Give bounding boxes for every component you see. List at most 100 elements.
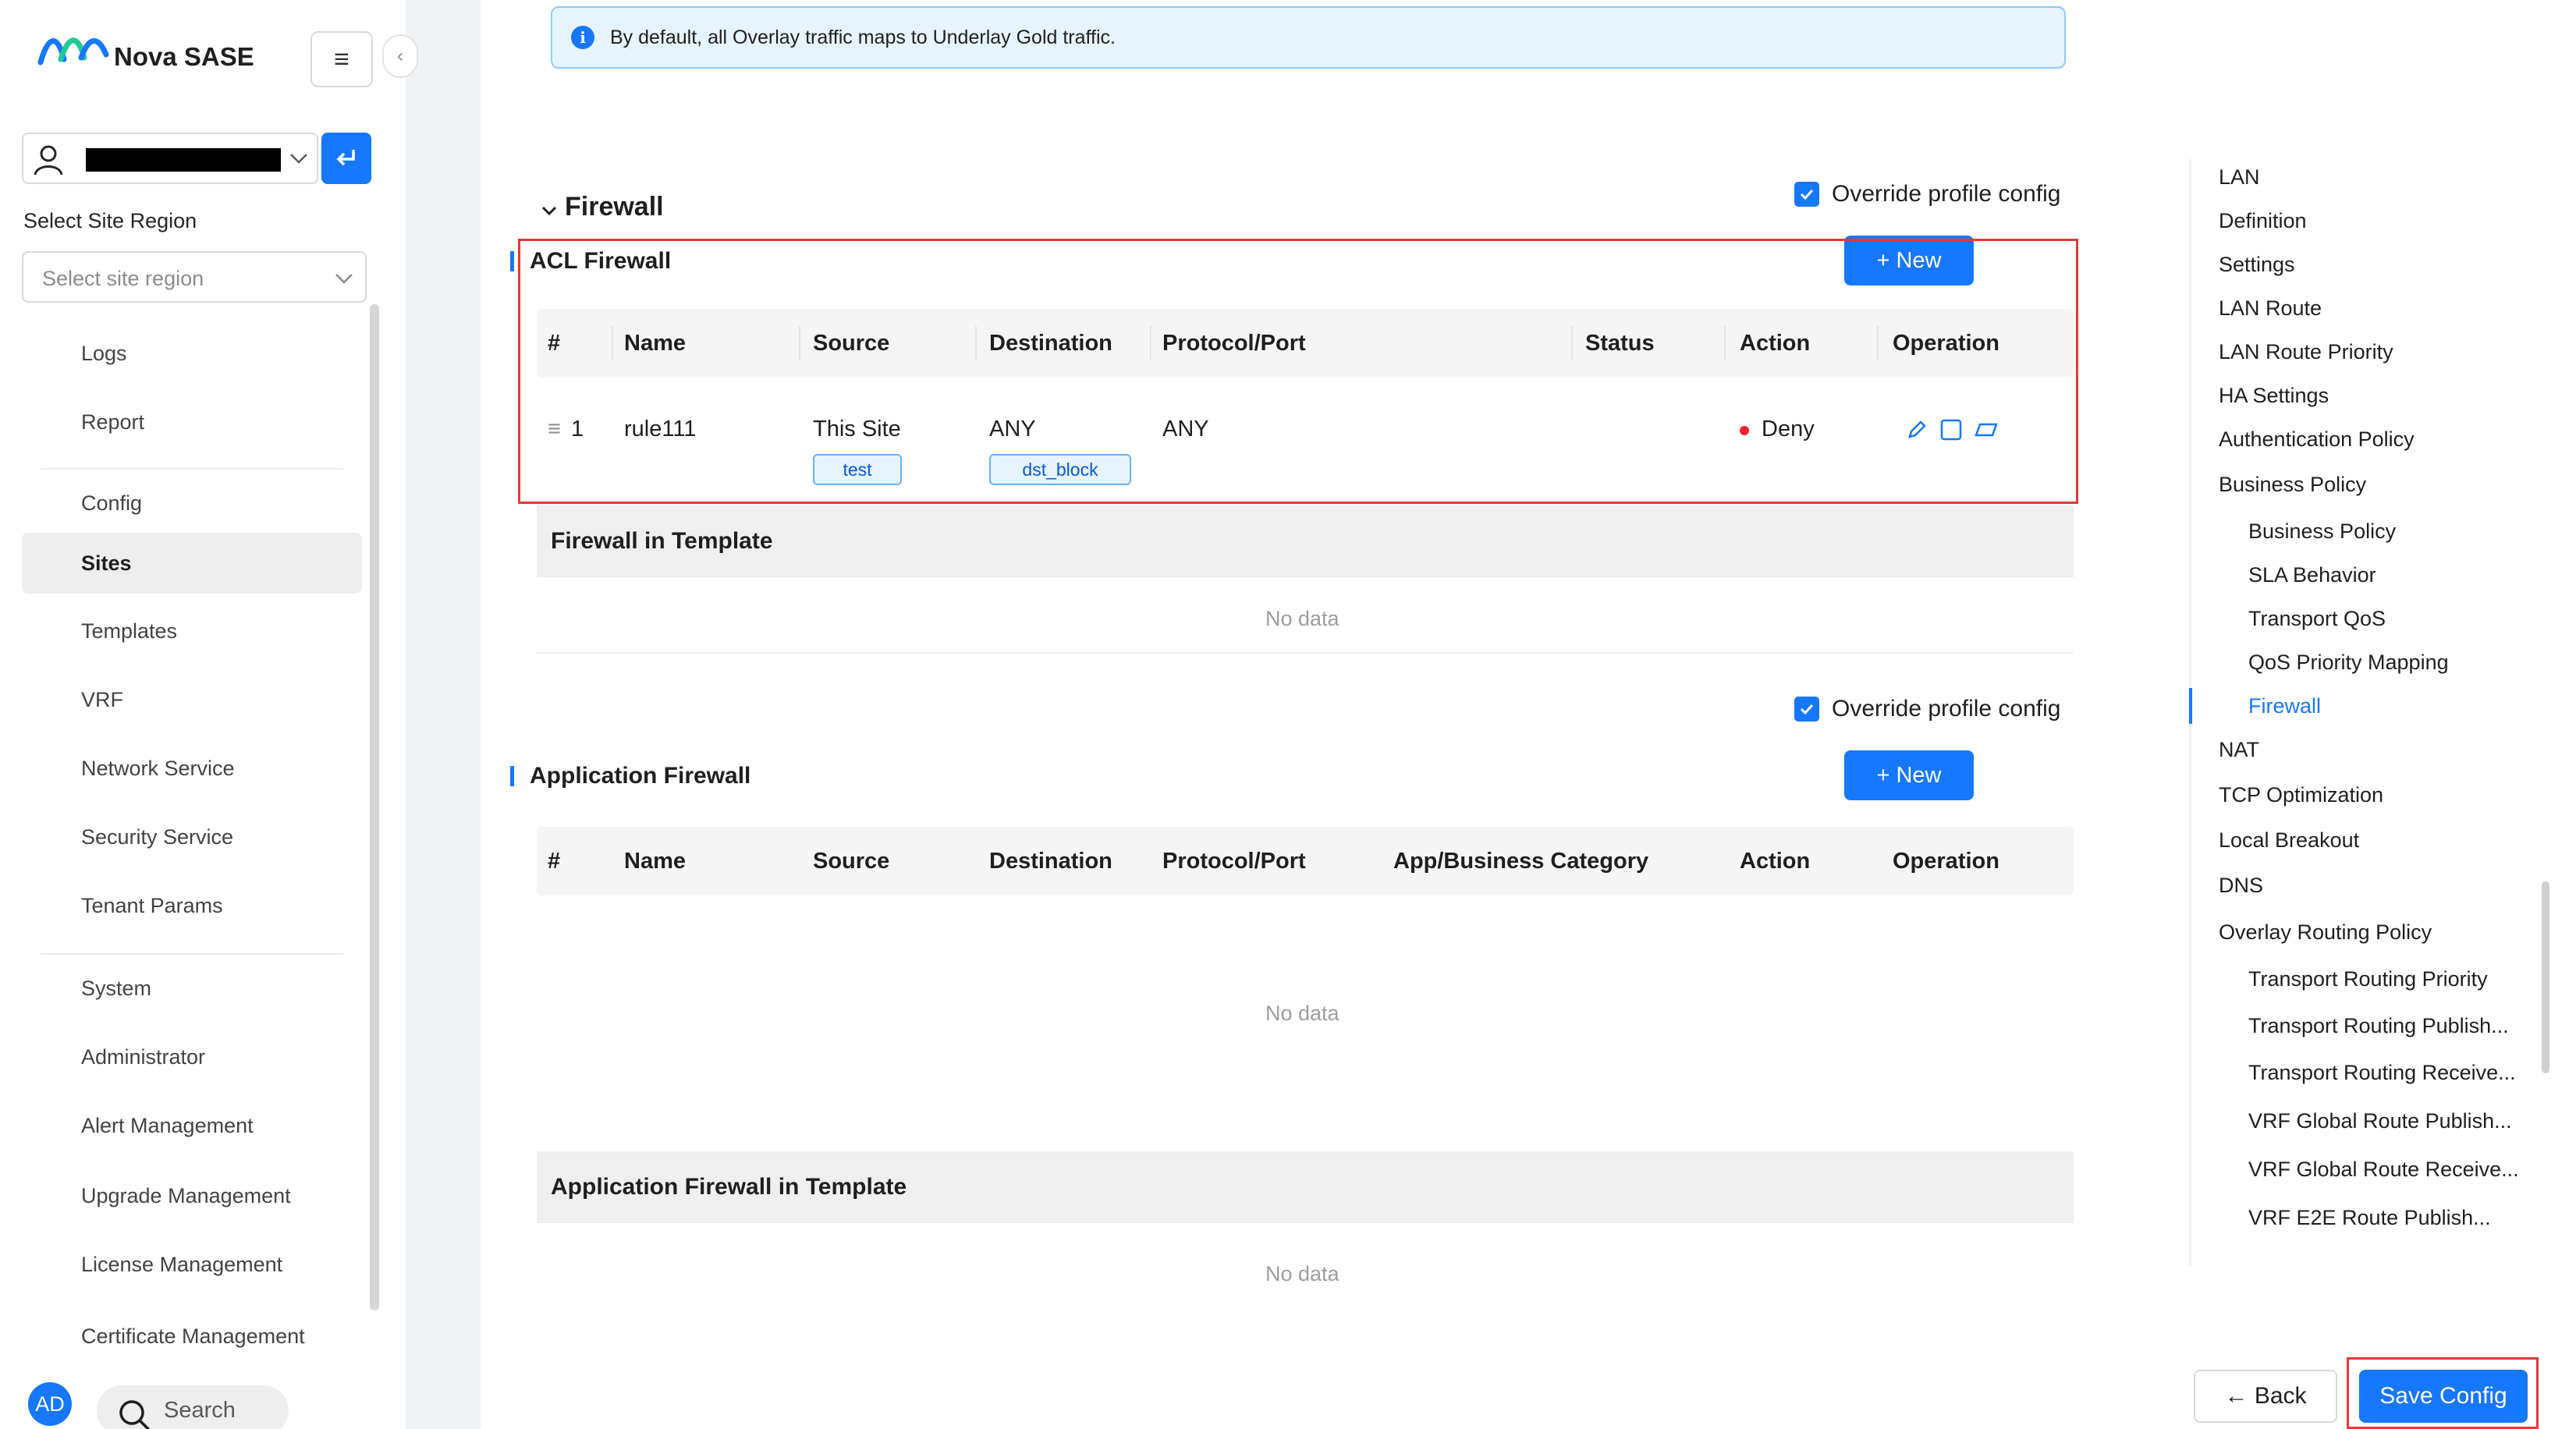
col-action: Action bbox=[1740, 849, 1811, 874]
tenant-switch-button[interactable] bbox=[321, 133, 371, 184]
anchor-transport-qos[interactable]: Transport QoS bbox=[2248, 607, 2386, 631]
nav-item-alert-management[interactable]: Alert Management bbox=[22, 1095, 362, 1156]
col-separator bbox=[1724, 326, 1726, 360]
acl-table-header: # Name Source Destination Protocol/Port … bbox=[537, 309, 2074, 378]
anchor-lan-route-priority[interactable]: LAN Route Priority bbox=[2219, 340, 2393, 364]
anchor-dns[interactable]: DNS bbox=[2219, 874, 2263, 898]
chevron-left-icon: ‹ bbox=[397, 45, 403, 66]
app-firewall-table-header: # Name Source Destination Protocol/Port … bbox=[537, 827, 2074, 895]
anchor-tcp-optimization[interactable]: TCP Optimization bbox=[2219, 783, 2383, 807]
nav-item-sites[interactable]: Sites bbox=[22, 533, 362, 594]
destination-tag: dst_block bbox=[989, 454, 1131, 485]
region-placeholder: Select site region bbox=[42, 267, 204, 290]
nav-group-config[interactable]: Config bbox=[22, 473, 362, 534]
chevron-down-icon bbox=[335, 274, 353, 284]
chevron-down-icon bbox=[290, 154, 307, 164]
col-name: Name bbox=[624, 331, 686, 356]
anchor-local-breakout[interactable]: Local Breakout bbox=[2219, 828, 2359, 853]
anchor-scrollbar[interactable] bbox=[2542, 881, 2549, 1073]
app-title: Nova SASE bbox=[114, 42, 254, 71]
copy-icon[interactable] bbox=[1939, 418, 1963, 441]
site-region-select[interactable]: Select site region bbox=[22, 251, 367, 303]
no-data-text: No data bbox=[1265, 1002, 1339, 1025]
title-accent-bar bbox=[510, 251, 514, 271]
anchor-transport-routing-publish[interactable]: Transport Routing Publish... bbox=[2248, 1014, 2509, 1038]
nav-item-vrf[interactable]: VRF bbox=[22, 669, 362, 730]
nav-item-license-management[interactable]: License Management bbox=[22, 1234, 362, 1295]
tenant-select[interactable] bbox=[22, 133, 318, 184]
anchor-business-policy[interactable]: Business Policy bbox=[2219, 473, 2366, 497]
anchor-firewall[interactable]: Firewall bbox=[2248, 694, 2321, 718]
info-banner-text: By default, all Overlay traffic maps to … bbox=[610, 26, 1116, 48]
section-title-firewall[interactable]: Firewall bbox=[565, 192, 664, 222]
drag-handle-icon[interactable]: ≡ bbox=[548, 417, 561, 442]
anchor-business-policy-sub[interactable]: Business Policy bbox=[2248, 519, 2396, 544]
anchor-vrf-global-route-receive[interactable]: VRF Global Route Receive... bbox=[2248, 1158, 2519, 1182]
source-tag: test bbox=[813, 454, 902, 485]
info-banner: i By default, all Overlay traffic maps t… bbox=[551, 6, 2066, 69]
col-separator bbox=[1571, 326, 1573, 360]
col-app-business-category: App/Business Category bbox=[1393, 849, 1649, 874]
sidebar-scrollbar[interactable] bbox=[370, 304, 379, 1310]
anchor-active-indicator bbox=[2189, 688, 2192, 724]
move-icon[interactable] bbox=[1974, 418, 1999, 441]
col-separator bbox=[799, 326, 800, 360]
override-label: Override profile config bbox=[1832, 696, 2061, 722]
nav-item-security-service[interactable]: Security Service bbox=[22, 807, 362, 867]
anchor-transport-routing-receive[interactable]: Transport Routing Receive... bbox=[2248, 1061, 2516, 1085]
table-divider bbox=[537, 652, 2074, 654]
table-row: ≡ 1 rule111 This Site test ANY dst_block… bbox=[537, 378, 2074, 495]
save-config-button[interactable]: Save Config bbox=[2359, 1370, 2528, 1423]
anchor-vrf-e2e-route-publish[interactable]: VRF E2E Route Publish... bbox=[2248, 1206, 2491, 1230]
avatar[interactable]: AD bbox=[28, 1382, 72, 1426]
search-button[interactable]: Search bbox=[97, 1385, 289, 1429]
deny-status-dot bbox=[1740, 426, 1749, 435]
chevron-down-icon[interactable] bbox=[540, 201, 559, 220]
app-firewall-template-header: Application Firewall in Template bbox=[537, 1151, 2074, 1223]
search-label: Search bbox=[164, 1398, 236, 1423]
override-profile-checkbox[interactable]: Override profile config bbox=[1794, 181, 2060, 207]
menu-toggle-button[interactable]: ≡ bbox=[310, 31, 373, 87]
anchor-lan[interactable]: LAN bbox=[2219, 165, 2260, 190]
anchor-qos-priority-mapping[interactable]: QoS Priority Mapping bbox=[2248, 651, 2449, 675]
anchor-vrf-global-route-publish[interactable]: VRF Global Route Publish... bbox=[2248, 1109, 2512, 1133]
row-index: 1 bbox=[571, 417, 584, 441]
edit-icon[interactable] bbox=[1905, 418, 1928, 441]
nav-item-logs[interactable]: Logs bbox=[22, 323, 362, 384]
nav-group-system[interactable]: System bbox=[22, 958, 362, 1019]
acl-firewall-title: ACL Firewall bbox=[510, 248, 671, 275]
anchor-sla-behavior[interactable]: SLA Behavior bbox=[2248, 563, 2376, 587]
nav-item-administrator[interactable]: Administrator bbox=[22, 1027, 362, 1087]
nav-item-upgrade-management[interactable]: Upgrade Management bbox=[22, 1165, 362, 1226]
nav-divider bbox=[41, 953, 343, 955]
anchor-nat[interactable]: NAT bbox=[2219, 738, 2259, 762]
row-name: rule111 bbox=[624, 417, 697, 441]
no-data-text: No data bbox=[1265, 1262, 1339, 1285]
anchor-overlay-routing-policy[interactable]: Overlay Routing Policy bbox=[2219, 920, 2432, 945]
nav-item-templates[interactable]: Templates bbox=[22, 601, 362, 661]
nav-item-report[interactable]: Report bbox=[22, 392, 362, 452]
col-separator bbox=[1877, 326, 1879, 360]
anchor-ha-settings[interactable]: HA Settings bbox=[2219, 384, 2329, 408]
nav-item-tenant-params[interactable]: Tenant Params bbox=[22, 875, 362, 936]
nav-item-certificate-management[interactable]: Certificate Management bbox=[22, 1306, 362, 1367]
app-firewall-new-button[interactable]: + New bbox=[1844, 750, 1974, 800]
acl-new-button[interactable]: + New bbox=[1844, 236, 1974, 285]
anchor-nav: LAN Definition Settings LAN Route LAN Ro… bbox=[2189, 0, 2576, 1429]
anchor-settings[interactable]: Settings bbox=[2219, 253, 2295, 277]
tenant-value-redacted bbox=[86, 148, 281, 172]
anchor-definition[interactable]: Definition bbox=[2219, 209, 2307, 233]
anchor-transport-routing-priority[interactable]: Transport Routing Priority bbox=[2248, 967, 2488, 991]
nav-item-network-service[interactable]: Network Service bbox=[22, 738, 362, 799]
info-icon: i bbox=[571, 26, 594, 49]
col-status: Status bbox=[1585, 331, 1655, 356]
no-data-text: No data bbox=[1265, 607, 1339, 630]
anchor-authentication-policy[interactable]: Authentication Policy bbox=[2219, 427, 2415, 452]
override-profile-checkbox-app[interactable]: Override profile config bbox=[1794, 696, 2060, 722]
col-source: Source bbox=[813, 849, 890, 874]
anchor-lan-route[interactable]: LAN Route bbox=[2219, 296, 2322, 321]
col-action: Action bbox=[1740, 331, 1811, 356]
collapse-sidebar-button[interactable]: ‹ bbox=[382, 34, 418, 78]
back-button[interactable]: ← Back bbox=[2194, 1370, 2337, 1423]
col-destination: Destination bbox=[989, 849, 1112, 874]
